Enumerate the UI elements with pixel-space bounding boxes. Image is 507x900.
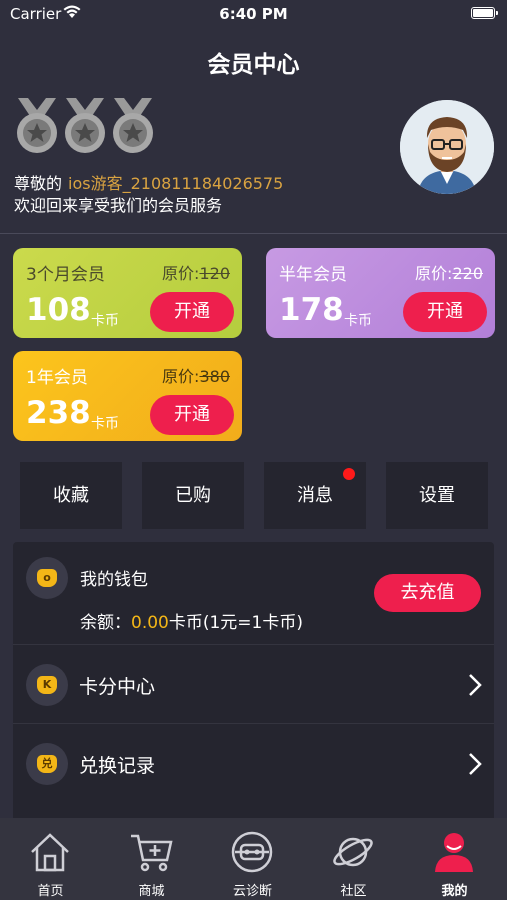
recharge-button[interactable]: 去充值 <box>374 574 481 612</box>
avatar[interactable] <box>400 100 494 194</box>
clock: 6:40 PM <box>219 5 288 23</box>
price-unit: 卡币 <box>91 416 119 432</box>
tab-community[interactable]: 社区 <box>303 818 404 900</box>
price-unit: 卡币 <box>344 313 372 329</box>
welcome-text: 欢迎回来享受我们的会员服务 <box>14 196 223 215</box>
open-plan-button[interactable]: 开通 <box>150 395 234 435</box>
settings-button[interactable]: 设置 <box>386 462 488 529</box>
original-price: 原价:220 <box>415 264 483 283</box>
medal-icon <box>65 98 105 153</box>
tab-label: 商城 <box>138 884 165 899</box>
original-price: 原价:380 <box>162 367 230 386</box>
plan-price: 178 <box>279 292 344 328</box>
member-medals <box>14 98 158 154</box>
tab-label: 首页 <box>37 884 64 899</box>
favorites-button[interactable]: 收藏 <box>20 462 122 529</box>
status-bar: Carrier 6:40 PM <box>0 0 507 28</box>
plan-name: 半年会员 <box>279 265 347 285</box>
username: ios游客_210811184026575 <box>68 174 284 193</box>
chevron-right-icon <box>469 753 482 775</box>
wallet-title: 我的钱包 <box>80 570 148 590</box>
menu-item-label: 卡分中心 <box>79 676 156 698</box>
chevron-right-icon <box>469 674 482 696</box>
user-greeting: 尊敬的 ios游客_210811184026575 欢迎回来享受我们的会员服务 <box>14 173 283 217</box>
wallet-icon: o <box>26 557 68 599</box>
plan-card-1-year: 1年会员 原价:380 238 卡币 开通 <box>13 351 242 441</box>
plan-name: 1年会员 <box>26 368 88 388</box>
unread-badge <box>343 468 355 480</box>
medal-icon <box>113 98 153 153</box>
redeem-icon: 兑 <box>26 743 68 785</box>
diagnosis-icon <box>231 831 273 873</box>
cart-icon <box>131 834 173 872</box>
menu-item-card-points-center[interactable]: K 卡分中心 <box>13 644 494 724</box>
divider <box>0 233 507 234</box>
medal-icon <box>17 98 57 153</box>
tab-mine[interactable]: 我的 <box>404 818 505 900</box>
tab-label: 社区 <box>340 884 367 899</box>
price-unit: 卡币 <box>91 313 119 329</box>
messages-button[interactable]: 消息 <box>264 462 366 529</box>
plan-card-half-year: 半年会员 原价:220 178 卡币 开通 <box>266 248 495 338</box>
plan-price: 108 <box>26 292 91 328</box>
battery-icon <box>471 7 498 19</box>
messages-label: 消息 <box>297 485 333 506</box>
coin-icon: o <box>37 569 57 587</box>
tab-label: 我的 <box>441 884 468 899</box>
wallet-balance: 余额：0.00卡币(1元=1卡币) <box>80 613 303 633</box>
tab-cloud-diagnosis[interactable]: 云诊断 <box>202 818 303 900</box>
tab-mall[interactable]: 商城 <box>101 818 202 900</box>
purchased-button[interactable]: 已购 <box>142 462 244 529</box>
plan-price: 238 <box>26 395 91 431</box>
planet-icon <box>333 837 373 867</box>
plan-name: 3个月会员 <box>26 265 105 285</box>
balance-amount: 0.00 <box>131 613 169 633</box>
plan-card-3-months: 3个月会员 原价:120 108 卡币 开通 <box>13 248 242 338</box>
tab-label: 云诊断 <box>232 884 272 899</box>
open-plan-button[interactable]: 开通 <box>150 292 234 332</box>
avatar-illustration <box>400 100 494 194</box>
home-icon <box>31 833 69 872</box>
page-title: 会员中心 <box>207 52 300 78</box>
menu-item-label: 兑换记录 <box>79 755 156 777</box>
tab-bar: 首页 商城 云诊断 社区 我的 <box>0 818 507 900</box>
user-icon <box>435 833 473 872</box>
greeting-prefix: 尊敬的 <box>14 174 63 193</box>
menu-item-redeem-history[interactable]: 兑 兑换记录 <box>13 723 494 803</box>
original-price: 原价:120 <box>162 264 230 283</box>
account-panel: o 我的钱包 余额：0.00卡币(1元=1卡币) 去充值 K 卡分中心 兑 兑换… <box>13 542 494 822</box>
tab-home[interactable]: 首页 <box>0 818 101 900</box>
points-icon: K <box>26 664 68 706</box>
open-plan-button[interactable]: 开通 <box>403 292 487 332</box>
